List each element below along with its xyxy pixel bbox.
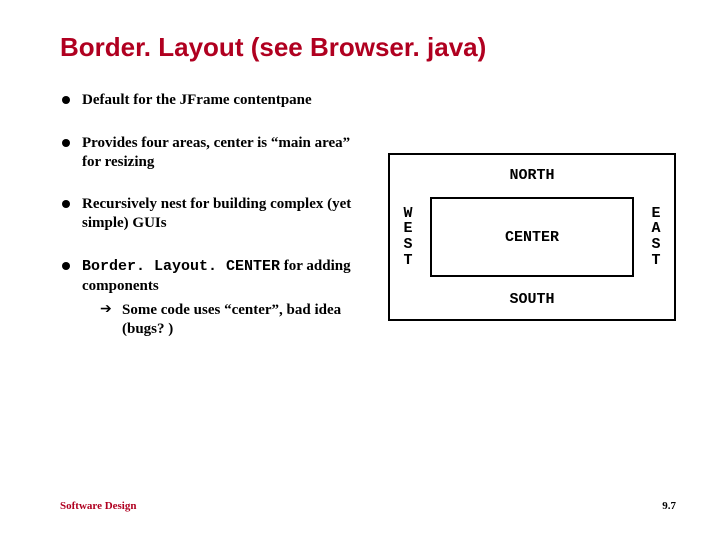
bullet-list: Default for the JFrame contentpane Provi…	[60, 91, 360, 363]
code-text: Border. Layout. CENTER	[82, 258, 280, 275]
borderlayout-diagram: NORTH W E S T CENTER E A S T SOUTH	[388, 153, 676, 321]
slide: Border. Layout (see Browser. java) Defau…	[0, 0, 720, 540]
bullet-text: Recursively nest for building complex (y…	[82, 196, 351, 231]
footer-right: 9.7	[662, 500, 676, 512]
bullet-item: Default for the JFrame contentpane	[60, 91, 360, 110]
bullet-text: Provides four areas, center is “main are…	[82, 135, 350, 170]
footer-left: Software Design	[60, 500, 136, 512]
region-west: W E S T	[390, 195, 426, 279]
region-center: CENTER	[430, 197, 634, 277]
sub-bullet-text: Some code uses “center”, bad idea (bugs?…	[122, 302, 341, 337]
bullet-text: Default for the JFrame contentpane	[82, 92, 312, 108]
region-middle-row: W E S T CENTER E A S T	[390, 195, 674, 279]
region-south: SOUTH	[390, 279, 674, 319]
content-row: Default for the JFrame contentpane Provi…	[60, 91, 680, 363]
sub-bullet-item: Some code uses “center”, bad idea (bugs?…	[100, 301, 360, 339]
region-north: NORTH	[390, 155, 674, 195]
bullet-item: Recursively nest for building complex (y…	[60, 195, 360, 233]
region-east: E A S T	[638, 195, 674, 279]
bullet-item: Provides four areas, center is “main are…	[60, 134, 360, 172]
slide-title: Border. Layout (see Browser. java)	[60, 32, 680, 63]
bullet-item: Border. Layout. CENTER for adding compon…	[60, 257, 360, 339]
